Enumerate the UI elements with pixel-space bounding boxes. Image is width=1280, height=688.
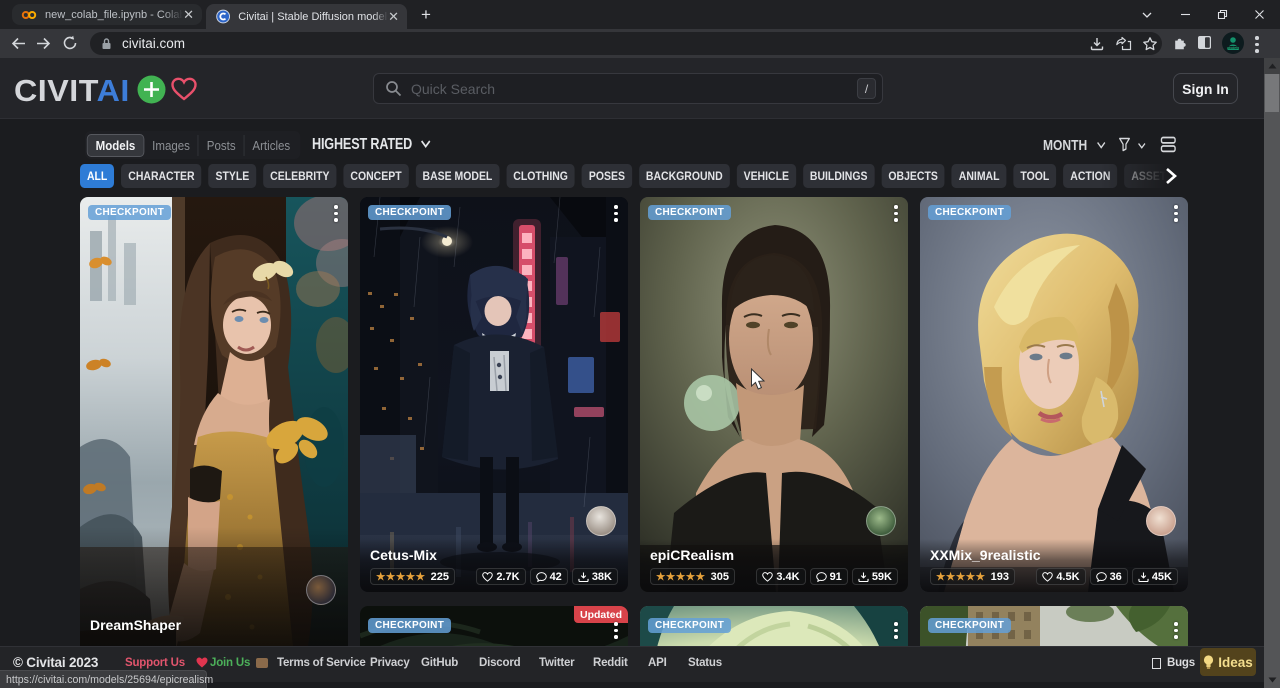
svg-text:abcdefg: abcdefg — [1227, 46, 1239, 50]
